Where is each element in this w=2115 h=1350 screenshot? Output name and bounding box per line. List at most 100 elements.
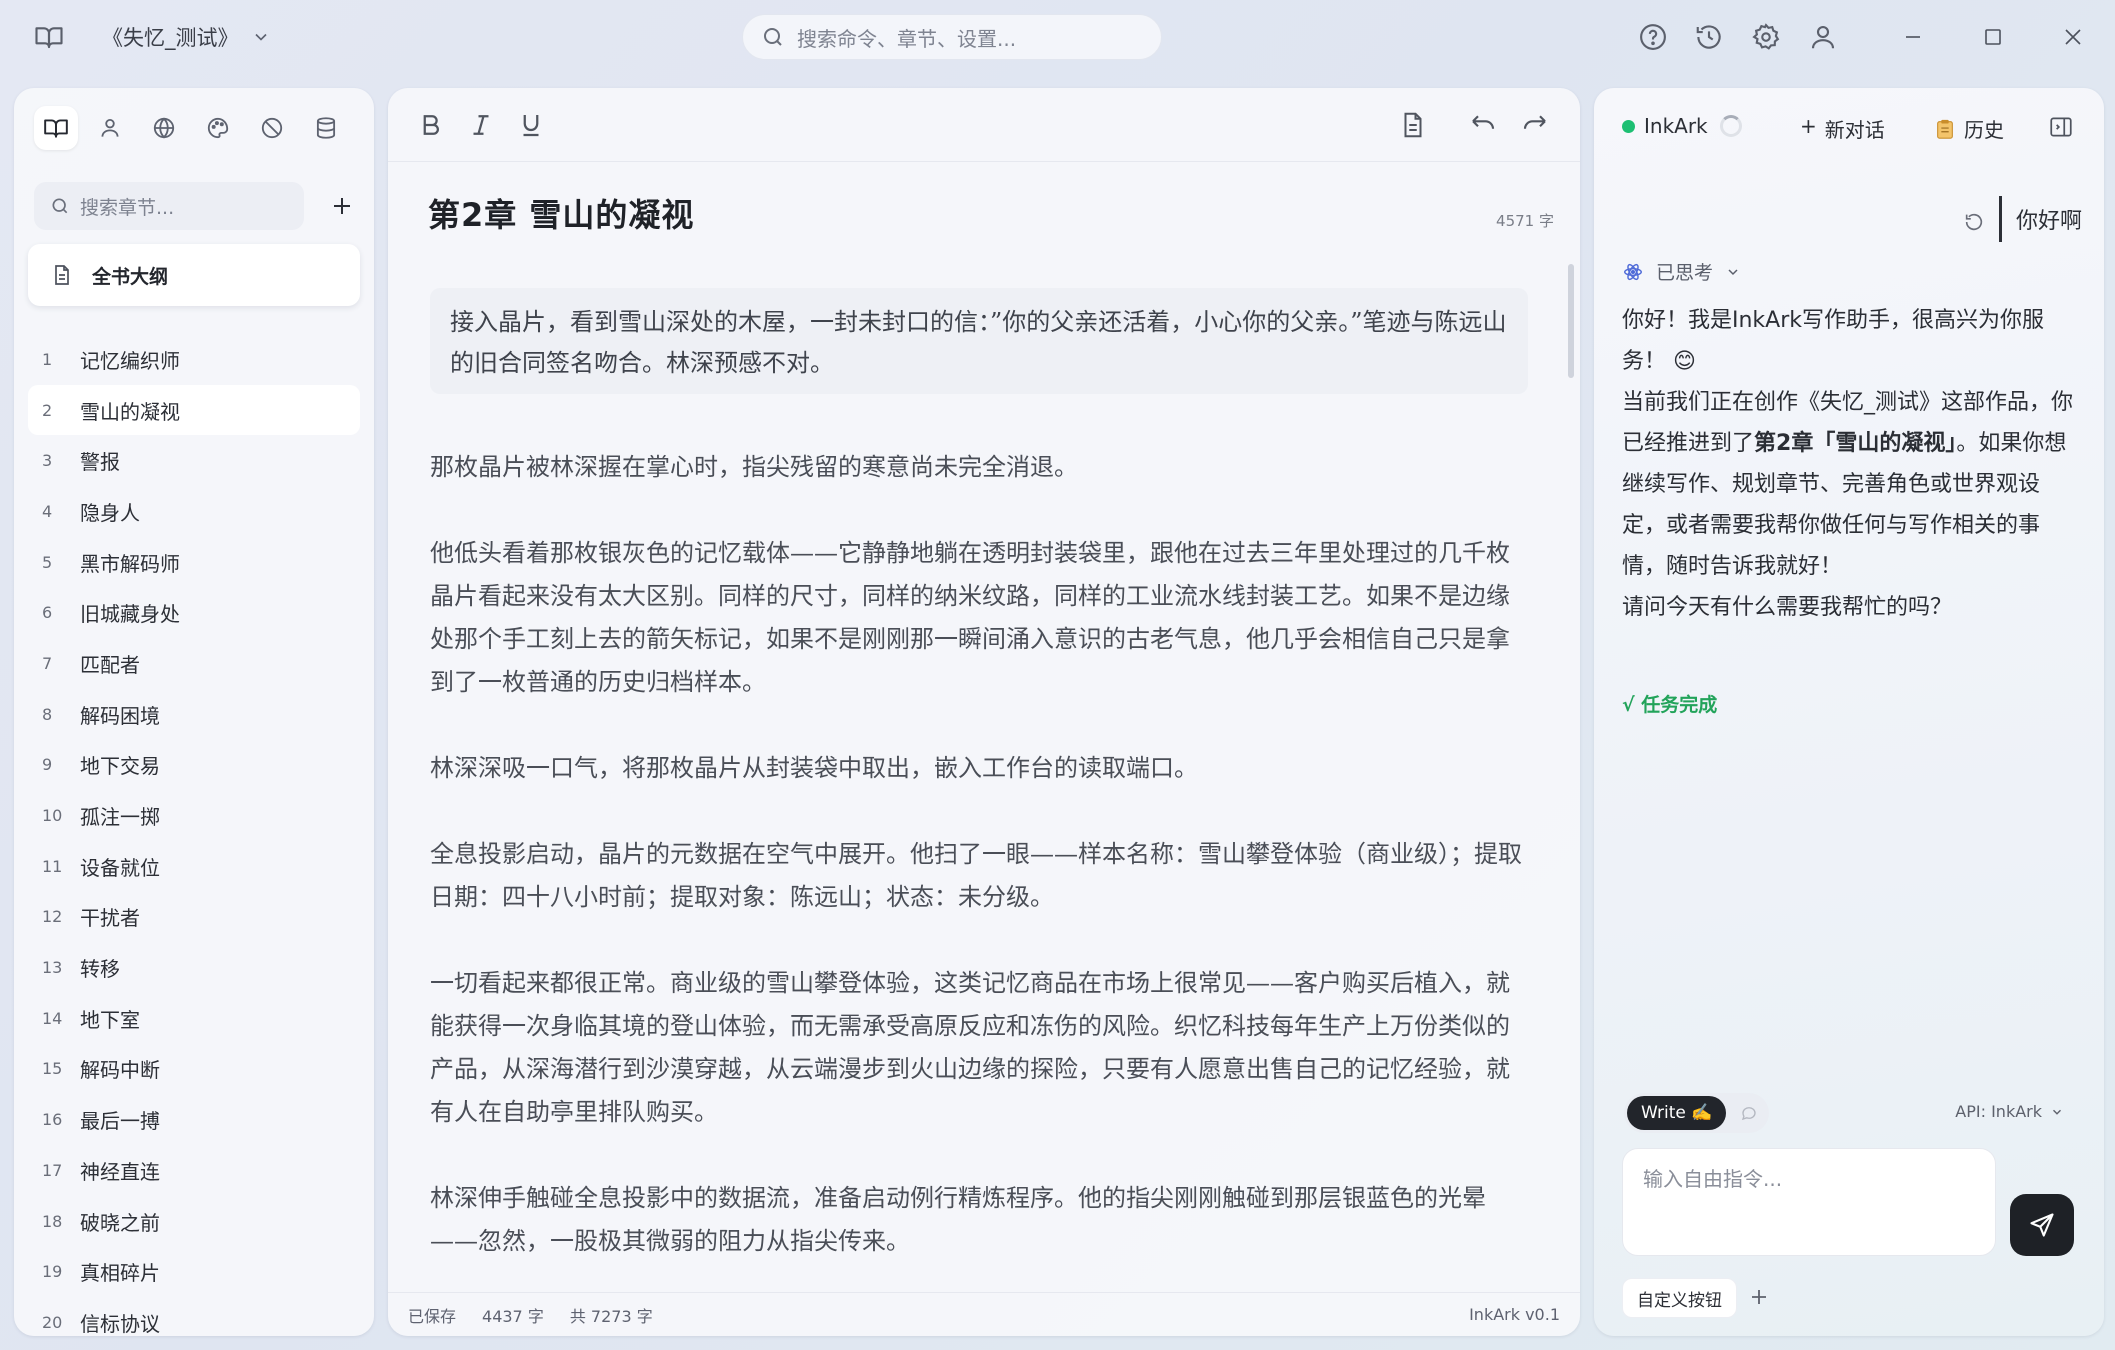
tab-characters[interactable] xyxy=(88,106,132,150)
chapter-list: 1 记忆编织师 2 雪山的凝视 3 警报 4 隐身人 5 黑市解码师 6 旧城藏身处 7 匹配者 8 解码困境… xyxy=(28,334,360,1336)
globe-icon xyxy=(151,115,177,141)
palette-icon xyxy=(205,115,231,141)
editor-scrollbar[interactable] xyxy=(1568,264,1574,378)
book-open-icon[interactable] xyxy=(34,22,64,52)
chapter-number: 9 xyxy=(42,755,53,775)
chapter-search-input[interactable]: 搜索章节... xyxy=(34,182,304,230)
tab-forbidden[interactable] xyxy=(250,106,294,150)
chapter-item[interactable]: 2 雪山的凝视 xyxy=(28,384,360,436)
chat-mode-button[interactable] xyxy=(1732,1096,1766,1130)
redo-icon[interactable] xyxy=(1520,110,1550,140)
chapter-item[interactable]: 14 地下室 xyxy=(28,993,360,1044)
chapter-number: 17 xyxy=(42,1160,63,1180)
thought-toggle[interactable]: 已思考 xyxy=(1622,258,1741,285)
chapter-item[interactable]: 1 记忆编织师 xyxy=(28,334,360,385)
chapter-number: 3 xyxy=(42,451,53,471)
api-selector[interactable]: API: InkArk xyxy=(1955,1102,2064,1121)
reply-chapter-ref: 第2章「雪山的凝视」 xyxy=(1754,431,1957,456)
chapter-name: 孤注一掷 xyxy=(80,805,160,830)
chapter-item[interactable]: 11 设备就位 xyxy=(28,841,360,892)
chapter-item[interactable]: 19 真相碎片 xyxy=(28,1246,360,1297)
book-title: 《失忆_测试》 xyxy=(102,26,239,50)
chapter-number: 13 xyxy=(42,958,63,978)
ban-icon xyxy=(259,115,285,141)
chapter-number: 2 xyxy=(42,400,53,420)
maximize-icon[interactable] xyxy=(1976,20,2010,54)
send-button[interactable] xyxy=(2010,1194,2074,1256)
minimize-icon[interactable] xyxy=(1896,20,1930,54)
chapter-item[interactable]: 12 干扰者 xyxy=(28,892,360,943)
add-chapter-plus-icon[interactable] xyxy=(326,190,358,222)
chapter-name: 警报 xyxy=(80,450,120,475)
chapter-item[interactable]: 9 地下交易 xyxy=(28,740,360,791)
chapter-item[interactable]: 13 转移 xyxy=(28,942,360,993)
chapter-item[interactable]: 17 神经直连 xyxy=(28,1145,360,1196)
chapter-item[interactable]: 7 匹配者 xyxy=(28,638,360,689)
chapter-number: 12 xyxy=(42,907,63,927)
api-label: API: InkArk xyxy=(1955,1102,2042,1121)
chapter-name: 破晓之前 xyxy=(80,1210,160,1235)
database-icon xyxy=(313,115,339,141)
chapter-item[interactable]: 6 旧城藏身处 xyxy=(28,587,360,638)
chapter-name: 干扰者 xyxy=(80,906,140,931)
chapter-name: 设备就位 xyxy=(80,855,160,880)
underline-icon[interactable] xyxy=(516,110,546,140)
mode-toggle: Write ✍️ xyxy=(1624,1093,1770,1133)
tab-chapters[interactable] xyxy=(34,106,78,150)
history-button[interactable]: 历史 xyxy=(1934,114,2004,143)
chapter-item[interactable]: 18 破晓之前 xyxy=(28,1196,360,1247)
chapter-number: 7 xyxy=(42,653,53,673)
chapter-item[interactable]: 8 解码困境 xyxy=(28,689,360,740)
chapter-item[interactable]: 3 警报 xyxy=(28,435,360,486)
editor-paragraph: 他低头看着那枚银灰色的记忆载体——它静静地躺在透明封装袋里，跟他在过去三年里处理… xyxy=(430,539,1510,696)
search-icon xyxy=(50,196,70,216)
editor-paragraph: 一切看起来都很正常。商业级的雪山攀登体验，这类记忆商品在市场上很常见——客户购买… xyxy=(430,969,1510,1126)
book-outline-button[interactable]: 全书大纲 xyxy=(28,244,360,306)
history-icon[interactable] xyxy=(1694,22,1724,52)
chapter-item[interactable]: 16 最后一搏 xyxy=(28,1094,360,1145)
retry-icon[interactable] xyxy=(1963,211,1985,233)
chevron-down-icon xyxy=(1725,264,1741,280)
chapter-item[interactable]: 20 信标协议 xyxy=(28,1297,360,1336)
chapter-item[interactable]: 15 解码中断 xyxy=(28,1044,360,1095)
chapter-number: 16 xyxy=(42,1110,63,1130)
chapter-item[interactable]: 10 孤注一掷 xyxy=(28,790,360,841)
chapter-name: 信标协议 xyxy=(80,1311,160,1336)
collapse-panel-icon[interactable] xyxy=(2048,114,2074,140)
tab-database[interactable] xyxy=(304,106,348,150)
user-icon[interactable] xyxy=(1808,22,1838,52)
chapter-name: 最后一搏 xyxy=(80,1109,160,1134)
tab-style[interactable] xyxy=(196,106,240,150)
command-search-placeholder: 搜索命令、章节、设置... xyxy=(797,26,1017,51)
reply-question: 请问今天有什么需要我帮忙的吗？ xyxy=(1622,595,1953,620)
add-custom-button-plus-icon[interactable] xyxy=(1746,1284,1772,1310)
italic-icon[interactable] xyxy=(466,110,496,140)
book-selector[interactable]: 《失忆_测试》 xyxy=(102,18,271,56)
editor-paragraph: 全息投影启动，晶片的元数据在空气中展开。他扫了一眼——样本名称：雪山攀登体验（商… xyxy=(430,840,1522,911)
chapter-name: 隐身人 xyxy=(80,500,140,525)
user-icon xyxy=(97,115,123,141)
chapter-summary[interactable]: 接入晶片，看到雪山深处的木屋，一封未封口的信：”你的父亲还活着，小心你的父亲。”… xyxy=(430,288,1528,394)
prompt-input[interactable]: 输入自由指令... xyxy=(1622,1148,1996,1256)
custom-button[interactable]: 自定义按钮 xyxy=(1622,1278,1737,1318)
document-icon[interactable] xyxy=(1398,110,1428,140)
chapter-item[interactable]: 4 隐身人 xyxy=(28,486,360,537)
new-chat-button[interactable]: + 新对话 xyxy=(1800,114,1885,143)
command-search[interactable]: 搜索命令、章节、设置... xyxy=(742,14,1162,60)
tab-world[interactable] xyxy=(142,106,186,150)
editor-text-area[interactable]: 那枚晶片被林深握在掌心时，指尖残留的寒意尚未完全消退。 他低头看着那枚银灰色的记忆… xyxy=(430,446,1528,1306)
write-mode-button[interactable]: Write ✍️ xyxy=(1627,1096,1727,1130)
chapter-number: 18 xyxy=(42,1211,63,1231)
undo-icon[interactable] xyxy=(1468,110,1498,140)
chapter-item[interactable]: 5 黑市解码师 xyxy=(28,537,360,588)
chapter-title[interactable]: 第2章 雪山的凝视 xyxy=(428,190,694,236)
chapter-number: 4 xyxy=(42,501,53,521)
chapter-number: 10 xyxy=(42,806,63,826)
editor-status-bar: 已保存 4437 字 共 7273 字 InkArk v0.1 xyxy=(388,1292,1580,1336)
thought-label: 已思考 xyxy=(1656,262,1714,284)
chapter-name: 解码困境 xyxy=(80,703,160,728)
help-icon[interactable] xyxy=(1638,22,1668,52)
bold-icon[interactable] xyxy=(416,110,446,140)
settings-gear-icon[interactable] xyxy=(1751,22,1781,52)
close-icon[interactable] xyxy=(2056,20,2090,54)
